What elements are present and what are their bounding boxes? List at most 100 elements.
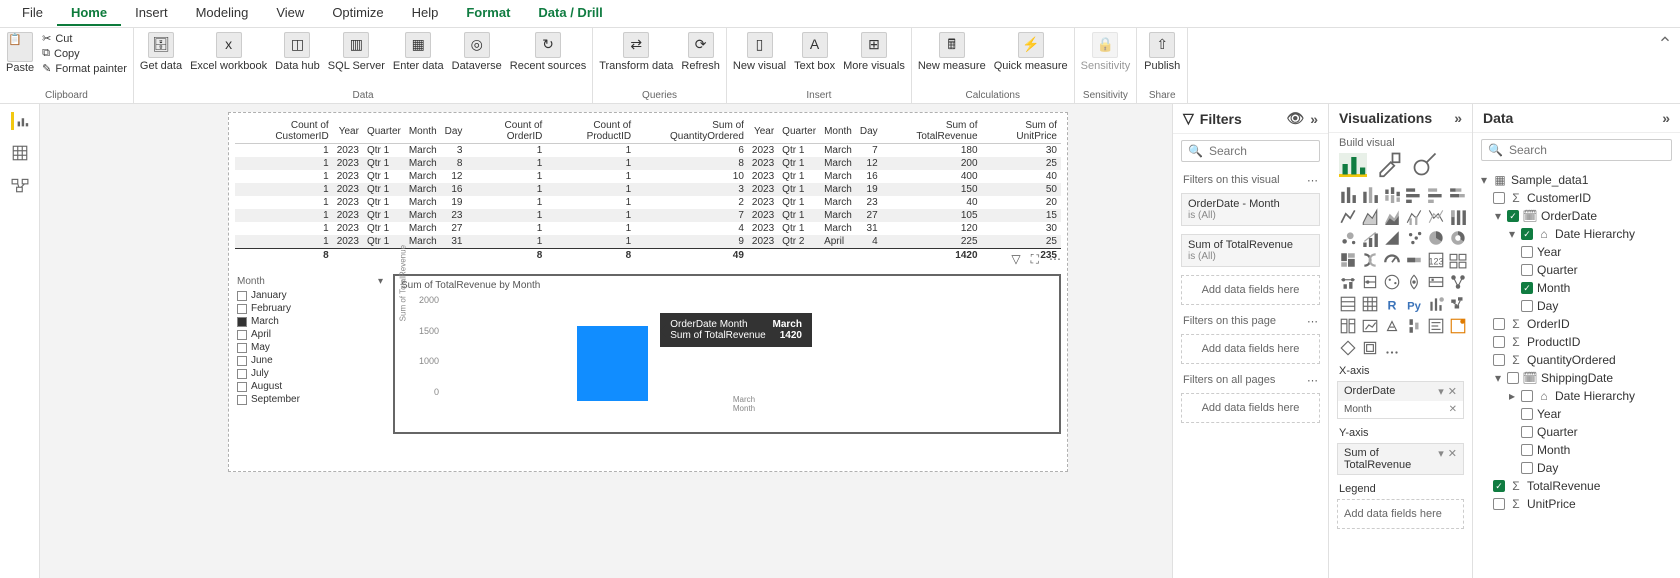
more-visuals-button[interactable]: ⊞More visuals: [843, 32, 905, 72]
data-view-icon[interactable]: [11, 144, 29, 162]
chevron-down-icon[interactable]: ▾: [1438, 385, 1444, 398]
viz-type-icon[interactable]: [1405, 207, 1423, 225]
viz-type-icon[interactable]: [1427, 317, 1445, 335]
viz-type-icon[interactable]: [1339, 339, 1357, 357]
viz-type-icon[interactable]: [1383, 229, 1401, 247]
viz-type-icon[interactable]: [1339, 207, 1357, 225]
field-quarter-2[interactable]: Quarter: [1479, 423, 1674, 441]
field-day-2[interactable]: Day: [1479, 459, 1674, 477]
field-unitprice[interactable]: ΣUnitPrice: [1479, 495, 1674, 513]
viz-type-icon[interactable]: [1339, 295, 1357, 313]
viz-type-icon[interactable]: [1361, 185, 1379, 203]
data-hub-button[interactable]: ◫Data hub: [275, 32, 320, 72]
menu-view[interactable]: View: [262, 1, 318, 26]
viz-type-icon[interactable]: [1427, 229, 1445, 247]
slicer-item[interactable]: March: [235, 315, 385, 328]
format-tab[interactable]: [1375, 153, 1403, 177]
field-orderdate[interactable]: ▾✓🗓OrderDate: [1479, 207, 1674, 225]
model-view-icon[interactable]: [11, 176, 29, 194]
remove-icon[interactable]: ✕: [1448, 447, 1457, 471]
field-quantityordered[interactable]: ΣQuantityOrdered: [1479, 351, 1674, 369]
viz-type-icon[interactable]: [1361, 251, 1379, 269]
publish-button[interactable]: ⇧Publish: [1143, 32, 1181, 72]
menu-home[interactable]: Home: [57, 1, 121, 26]
chevron-down-icon[interactable]: ▾: [1438, 447, 1444, 471]
collapse-ribbon-button[interactable]: [1650, 28, 1680, 103]
xaxis-well[interactable]: OrderDate▾✕ Month✕: [1337, 381, 1464, 419]
new-visual-button[interactable]: ▯New visual: [733, 32, 786, 72]
menu-insert[interactable]: Insert: [121, 1, 182, 26]
viz-type-icon[interactable]: [1427, 273, 1445, 291]
menu-data-drill[interactable]: Data / Drill: [524, 1, 616, 26]
viz-type-icon[interactable]: [1405, 229, 1423, 247]
enter-data-button[interactable]: ▦Enter data: [393, 32, 444, 72]
field-day[interactable]: Day: [1479, 297, 1674, 315]
report-view-icon[interactable]: [11, 112, 29, 130]
slicer-item[interactable]: February: [235, 302, 385, 315]
viz-type-icon[interactable]: [1449, 317, 1467, 335]
sql-server-button[interactable]: ▥SQL Server: [328, 32, 385, 72]
yaxis-well[interactable]: Sum of TotalRevenue▾✕: [1337, 443, 1464, 475]
column-chart-visual[interactable]: Sum of TotalRevenue by Month Sum of Tota…: [393, 274, 1061, 434]
viz-type-icon[interactable]: [1383, 185, 1401, 203]
remove-icon[interactable]: ✕: [1449, 404, 1457, 415]
filters-all-drop[interactable]: Add data fields here: [1181, 393, 1320, 423]
viz-type-icon[interactable]: [1405, 251, 1423, 269]
field-shippingdate[interactable]: ▾🗓ShippingDate: [1479, 369, 1674, 387]
viz-type-icon[interactable]: [1361, 229, 1379, 247]
viz-type-icon[interactable]: [1339, 317, 1357, 335]
field-productid[interactable]: ΣProductID: [1479, 333, 1674, 351]
filter-card-totalrevenue[interactable]: Sum of TotalRevenueis (All): [1181, 234, 1320, 267]
viz-type-icon[interactable]: [1361, 317, 1379, 335]
slicer-item[interactable]: May: [235, 341, 385, 354]
table-visual[interactable]: Count of CustomerIDYearQuarterMonthDayCo…: [235, 119, 1061, 262]
format-painter-button[interactable]: ✎ Format painter: [42, 62, 127, 75]
collapse-icon[interactable]: »: [1454, 110, 1462, 126]
viz-type-icon[interactable]: [1427, 207, 1445, 225]
viz-type-icon[interactable]: [1339, 229, 1357, 247]
table-node[interactable]: ▾▦Sample_data1: [1479, 171, 1674, 189]
viz-type-icon[interactable]: [1383, 339, 1401, 357]
chevron-down-icon[interactable]: ▾: [378, 276, 383, 287]
get-data-button[interactable]: 🗄Get data: [140, 32, 182, 72]
slicer-item[interactable]: January: [235, 289, 385, 302]
field-orderid[interactable]: ΣOrderID: [1479, 315, 1674, 333]
viz-type-icon[interactable]: [1427, 295, 1445, 313]
quick-measure-button[interactable]: ⚡Quick measure: [994, 32, 1068, 72]
analytics-tab[interactable]: [1411, 153, 1439, 177]
viz-type-icon[interactable]: [1427, 185, 1445, 203]
viz-type-icon[interactable]: [1383, 317, 1401, 335]
viz-type-icon[interactable]: [1361, 273, 1379, 291]
dataverse-button[interactable]: ◎Dataverse: [452, 32, 502, 72]
viz-type-icon[interactable]: R: [1383, 295, 1401, 313]
viz-type-icon[interactable]: [1383, 273, 1401, 291]
viz-type-icon[interactable]: [1339, 185, 1357, 203]
data-search-input[interactable]: [1509, 143, 1665, 157]
field-month[interactable]: ✓Month: [1479, 279, 1674, 297]
data-search[interactable]: 🔍: [1481, 139, 1672, 161]
collapse-icon[interactable]: »: [1310, 111, 1318, 127]
menu-modeling[interactable]: Modeling: [182, 1, 263, 26]
field-date-hierarchy[interactable]: ▾✓⌂Date Hierarchy: [1479, 225, 1674, 243]
slicer-item[interactable]: July: [235, 367, 385, 380]
slicer-visual[interactable]: Month▾ JanuaryFebruaryMarchAprilMayJuneJ…: [235, 274, 385, 434]
more-icon[interactable]: ⋯: [1307, 374, 1318, 387]
viz-type-icon[interactable]: [1339, 273, 1357, 291]
viz-type-icon[interactable]: [1449, 273, 1467, 291]
viz-type-icon[interactable]: [1449, 207, 1467, 225]
more-icon[interactable]: ⋯: [1307, 315, 1318, 328]
report-canvas[interactable]: Count of CustomerIDYearQuarterMonthDayCo…: [228, 112, 1068, 472]
remove-icon[interactable]: ✕: [1448, 385, 1457, 398]
viz-type-icon[interactable]: [1339, 251, 1357, 269]
viz-type-icon[interactable]: Py: [1405, 295, 1423, 313]
slicer-item[interactable]: April: [235, 328, 385, 341]
field-year[interactable]: Year: [1479, 243, 1674, 261]
viz-type-icon[interactable]: [1383, 251, 1401, 269]
menu-format[interactable]: Format: [452, 1, 524, 26]
viz-type-icon[interactable]: [1361, 207, 1379, 225]
filter-icon[interactable]: ▽: [1011, 252, 1020, 267]
field-month-2[interactable]: Month: [1479, 441, 1674, 459]
field-quarter[interactable]: Quarter: [1479, 261, 1674, 279]
transform-data-button[interactable]: ⇄Transform data: [599, 32, 673, 72]
filters-visual-drop[interactable]: Add data fields here: [1181, 275, 1320, 305]
